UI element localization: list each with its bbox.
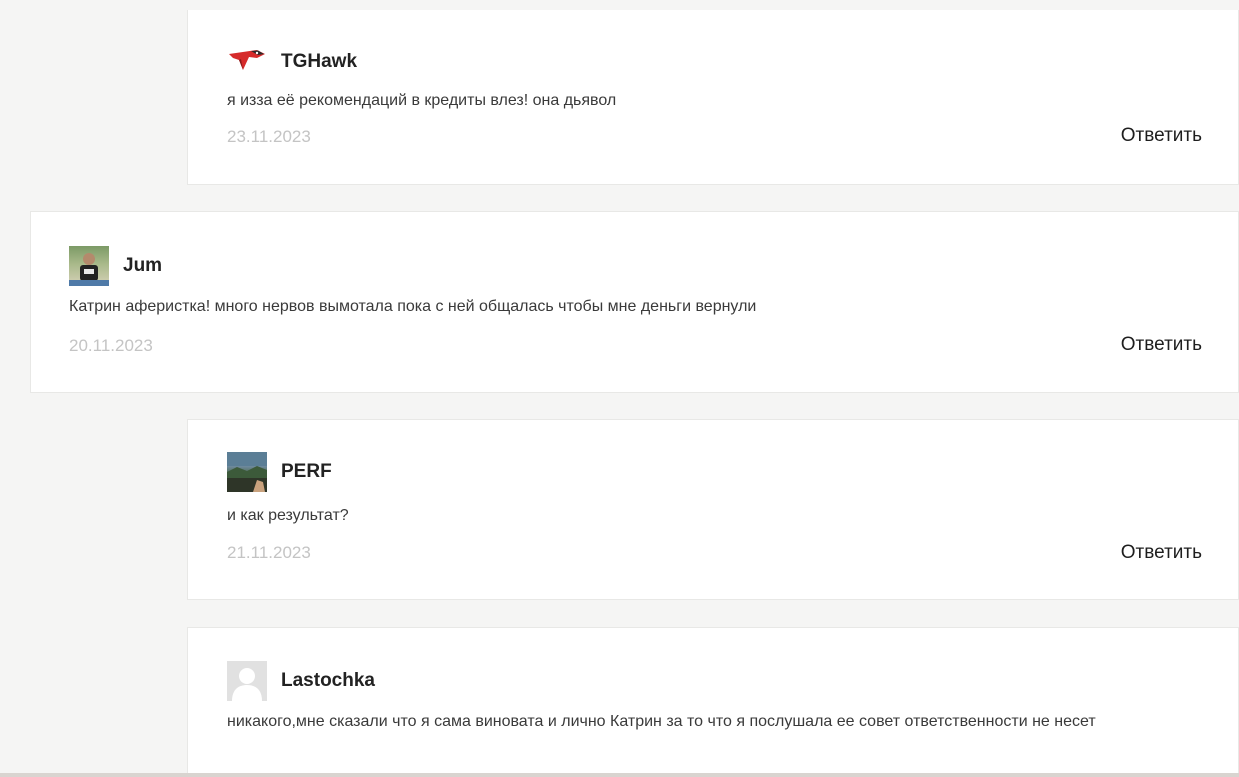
hawk-logo-icon[interactable] bbox=[227, 42, 267, 82]
comment-header: Lastochka bbox=[227, 661, 375, 701]
comment-card: TGHawk я изза её рекомендаций в кредиты … bbox=[187, 10, 1239, 185]
comment-author[interactable]: PERF bbox=[281, 461, 332, 483]
comment-header: PERF bbox=[227, 452, 332, 492]
landscape-photo-icon[interactable] bbox=[227, 452, 267, 492]
page-bottom-divider bbox=[0, 773, 1239, 777]
reply-button[interactable]: Ответить bbox=[1121, 334, 1202, 356]
comment-card: PERF и как результат? 21.11.2023 Ответит… bbox=[187, 419, 1239, 600]
comment-date: 20.11.2023 bbox=[69, 336, 153, 355]
comment-text: я изза её рекомендаций в кредиты влез! о… bbox=[227, 92, 617, 109]
comment-header: Jum bbox=[69, 246, 162, 286]
user-photo-icon[interactable] bbox=[69, 246, 109, 286]
comment-header: TGHawk bbox=[227, 42, 357, 82]
comment-text: и как результат? bbox=[227, 507, 349, 524]
comment-author[interactable]: Jum bbox=[123, 255, 162, 277]
comment-text: никакого,мне сказали что я сама виновата… bbox=[227, 713, 1096, 730]
reply-button[interactable]: Ответить bbox=[1121, 125, 1202, 147]
comment-author[interactable]: TGHawk bbox=[281, 51, 357, 73]
comment-author[interactable]: Lastochka bbox=[281, 670, 375, 692]
comment-date: 21.11.2023 bbox=[227, 543, 311, 562]
comment-date: 23.11.2023 bbox=[227, 127, 311, 146]
comment-card: Jum Катрин аферистка! много нервов вымот… bbox=[30, 211, 1239, 393]
default-user-icon[interactable] bbox=[227, 661, 267, 701]
comment-text: Катрин аферистка! много нервов вымотала … bbox=[69, 298, 757, 315]
reply-button[interactable]: Ответить bbox=[1121, 542, 1202, 564]
comment-card: Lastochka никакого,мне сказали что я сам… bbox=[187, 627, 1239, 777]
